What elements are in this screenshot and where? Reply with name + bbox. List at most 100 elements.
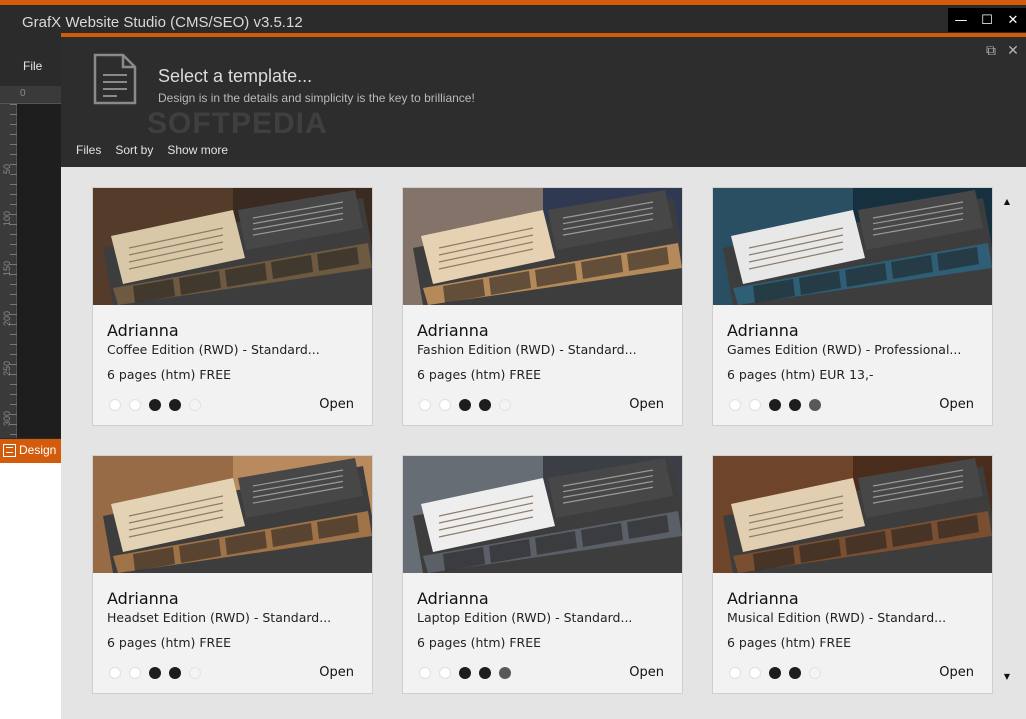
- rating-dot: [749, 399, 761, 411]
- app-statusbar: Design: [0, 439, 62, 463]
- menu-files[interactable]: Files: [76, 143, 101, 157]
- rating-dots: [109, 667, 201, 679]
- rating-dot: [459, 399, 471, 411]
- open-button[interactable]: Open: [939, 397, 974, 412]
- template-thumbnail[interactable]: [93, 188, 372, 305]
- template-thumbnail[interactable]: [93, 456, 372, 573]
- template-name: Adrianna: [417, 589, 489, 608]
- app-menubar: File: [0, 39, 62, 89]
- ruler-top: 0: [0, 86, 62, 104]
- template-price: 6 pages (htm) FREE: [107, 367, 232, 382]
- rating-dots: [419, 399, 511, 411]
- template-thumbnail[interactable]: [403, 456, 682, 573]
- document-icon: [93, 53, 137, 105]
- restore-button[interactable]: ⧉: [982, 42, 1000, 60]
- rating-dot: [109, 399, 121, 411]
- app-title: GrafX Website Studio (CMS/SEO) v3.5.12: [22, 14, 303, 31]
- rating-dot: [169, 667, 181, 679]
- window-controls: — ☐ ✕: [948, 8, 1026, 32]
- close-button[interactable]: ✕: [1000, 8, 1026, 32]
- ruler-label: 150: [2, 260, 12, 276]
- open-button[interactable]: Open: [629, 397, 664, 412]
- template-name: Adrianna: [107, 589, 179, 608]
- rating-dot: [499, 667, 511, 679]
- ruler-label: 50: [2, 163, 12, 174]
- template-preview-image: [713, 188, 992, 305]
- open-button[interactable]: Open: [319, 665, 354, 680]
- rating-dot: [789, 399, 801, 411]
- rating-dots: [419, 667, 511, 679]
- ruler-left: 50 100 150 200 250 300: [0, 104, 17, 438]
- rating-dot: [479, 399, 491, 411]
- open-button[interactable]: Open: [319, 397, 354, 412]
- template-edition: Games Edition (RWD) - Professional...: [727, 342, 962, 357]
- menu-sort-by[interactable]: Sort by: [115, 143, 153, 157]
- rating-dot: [789, 667, 801, 679]
- template-thumbnail[interactable]: [713, 188, 992, 305]
- rating-dot: [809, 667, 821, 679]
- template-name: Adrianna: [417, 321, 489, 340]
- rating-dots: [729, 667, 821, 679]
- template-card[interactable]: Adrianna Games Edition (RWD) - Profession…: [712, 187, 993, 426]
- template-card[interactable]: Adrianna Coffee Edition (RWD) - Standard.…: [92, 187, 373, 426]
- rating-dot: [419, 667, 431, 679]
- menu-file[interactable]: File: [23, 59, 42, 73]
- open-button[interactable]: Open: [629, 665, 664, 680]
- template-edition: Coffee Edition (RWD) - Standard...: [107, 342, 320, 357]
- rating-dot: [499, 399, 511, 411]
- dialog-title: Select a template...: [158, 66, 313, 86]
- design-canvas[interactable]: [17, 104, 62, 438]
- rating-dots: [729, 399, 821, 411]
- rating-dot: [129, 399, 141, 411]
- dialog-controls: ⧉ ✕: [982, 42, 1022, 60]
- template-edition: Laptop Edition (RWD) - Standard...: [417, 610, 633, 625]
- rating-dot: [439, 667, 451, 679]
- template-price: 6 pages (htm) FREE: [417, 635, 542, 650]
- rating-dot: [149, 399, 161, 411]
- template-price: 6 pages (htm) FREE: [727, 635, 852, 650]
- template-thumbnail[interactable]: [403, 188, 682, 305]
- rating-dot: [419, 399, 431, 411]
- design-tab-label: Design: [19, 443, 57, 457]
- rating-dot: [439, 399, 451, 411]
- template-edition: Headset Edition (RWD) - Standard...: [107, 610, 332, 625]
- design-icon: [3, 443, 16, 457]
- template-dialog: ⧉ ✕ SOFTPEDIA Select a template... Desig…: [61, 33, 1026, 719]
- rating-dot: [149, 667, 161, 679]
- rating-dots: [109, 399, 201, 411]
- template-name: Adrianna: [727, 589, 799, 608]
- template-gallery: Adrianna Coffee Edition (RWD) - Standard.…: [61, 167, 1026, 719]
- template-card[interactable]: Adrianna Laptop Edition (RWD) - Standard.…: [402, 455, 683, 694]
- template-price: 6 pages (htm) FREE: [417, 367, 542, 382]
- template-card[interactable]: Adrianna Musical Edition (RWD) - Standard…: [712, 455, 993, 694]
- rating-dot: [109, 667, 121, 679]
- template-preview-image: [403, 188, 682, 305]
- template-price: 6 pages (htm) EUR 13,-: [727, 367, 874, 382]
- template-preview-image: [713, 456, 992, 573]
- dialog-subtitle: Design is in the details and simplicity …: [158, 91, 475, 105]
- minimize-button[interactable]: —: [948, 8, 974, 32]
- template-thumbnail[interactable]: [713, 456, 992, 573]
- menu-show-more[interactable]: Show more: [167, 143, 228, 157]
- rating-dot: [129, 667, 141, 679]
- maximize-button[interactable]: ☐: [974, 8, 1000, 32]
- design-tab[interactable]: Design: [3, 443, 56, 457]
- dialog-close-button[interactable]: ✕: [1004, 42, 1022, 60]
- rating-dot: [749, 667, 761, 679]
- scroll-up-arrow[interactable]: ▲: [1001, 197, 1013, 209]
- rating-dot: [729, 667, 741, 679]
- watermark-logo: SOFTPEDIA: [147, 107, 328, 140]
- template-edition: Musical Edition (RWD) - Standard...: [727, 610, 947, 625]
- app-lower-panel: [0, 463, 62, 719]
- rating-dot: [479, 667, 491, 679]
- rating-dot: [729, 399, 741, 411]
- scroll-down-arrow[interactable]: ▼: [1001, 672, 1013, 684]
- open-button[interactable]: Open: [939, 665, 974, 680]
- ruler-label: 250: [2, 360, 12, 376]
- template-card[interactable]: Adrianna Headset Edition (RWD) - Standard…: [92, 455, 373, 694]
- template-price: 6 pages (htm) FREE: [107, 635, 232, 650]
- template-card[interactable]: Adrianna Fashion Edition (RWD) - Standard…: [402, 187, 683, 426]
- template-preview-image: [93, 456, 372, 573]
- template-name: Adrianna: [727, 321, 799, 340]
- template-preview-image: [93, 188, 372, 305]
